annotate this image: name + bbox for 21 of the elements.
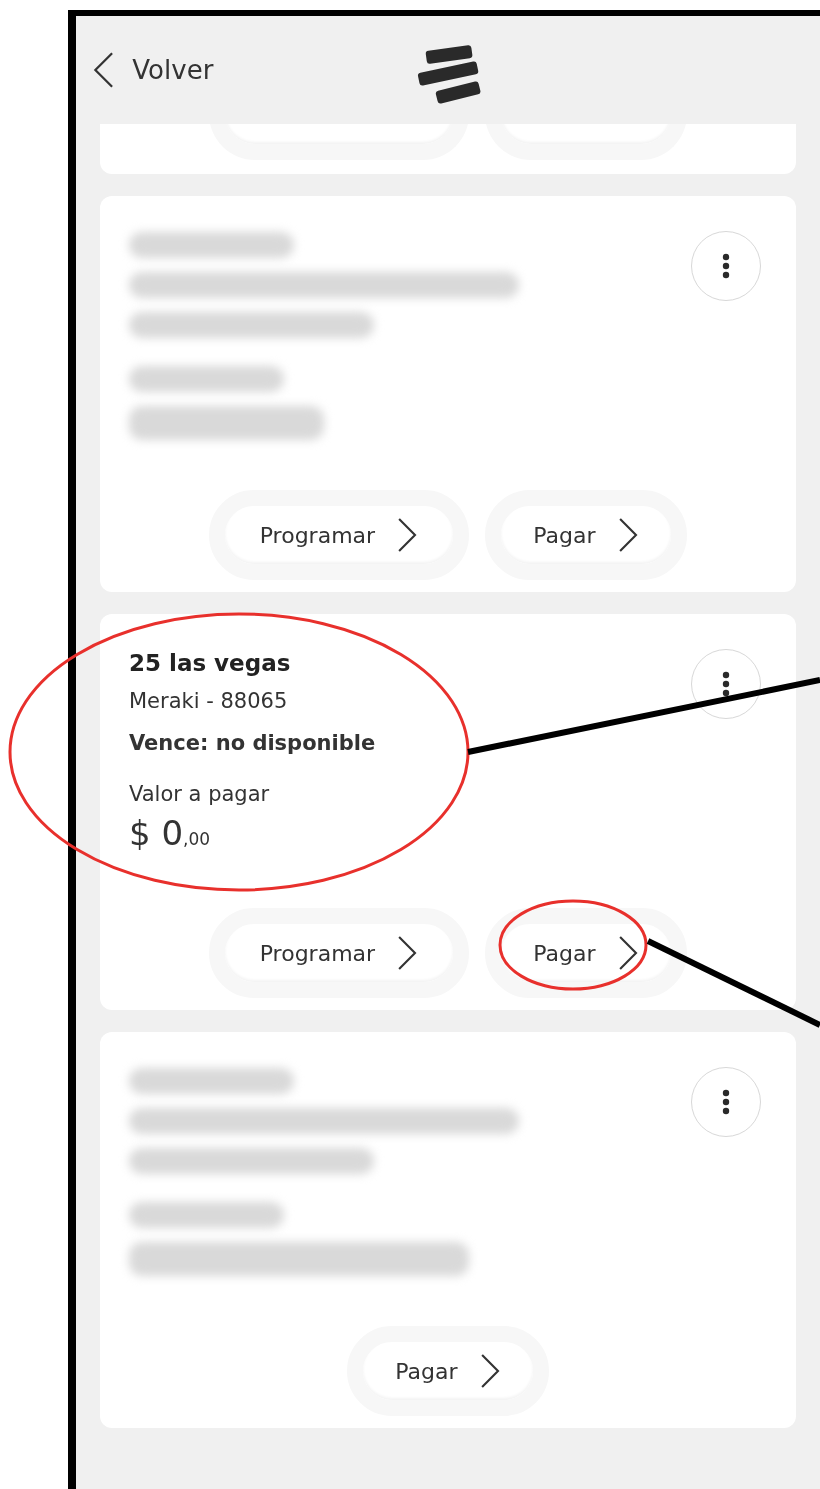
chevron-right-icon	[397, 935, 419, 971]
amount-value: $ 0,00	[129, 812, 211, 855]
chevron-right-icon	[479, 1353, 501, 1389]
bill-provider: Meraki - 88065	[129, 688, 288, 715]
programar-button[interactable]: Programar	[209, 490, 469, 580]
more-options-icon	[722, 1089, 730, 1115]
amount-label: Valor a pagar	[129, 781, 270, 808]
chevron-right-icon	[617, 935, 639, 971]
pagar-button[interactable]: Pagar	[485, 490, 687, 580]
programar-button[interactable]: Programar	[209, 908, 469, 998]
more-options-icon	[722, 253, 730, 279]
pagar-button[interactable]: Pagar	[485, 908, 687, 998]
back-button[interactable]: Volver	[92, 51, 214, 89]
bill-title: 25 las vegas	[129, 649, 291, 678]
chevron-right-icon	[617, 517, 639, 553]
chevron-right-icon	[397, 517, 419, 553]
pagar-button[interactable]: Pagar	[347, 1326, 549, 1416]
more-options-icon	[722, 671, 730, 697]
back-chevron-icon	[92, 51, 115, 89]
logo-icon	[416, 44, 482, 104]
due-date: Vence: no disponible	[129, 730, 376, 757]
